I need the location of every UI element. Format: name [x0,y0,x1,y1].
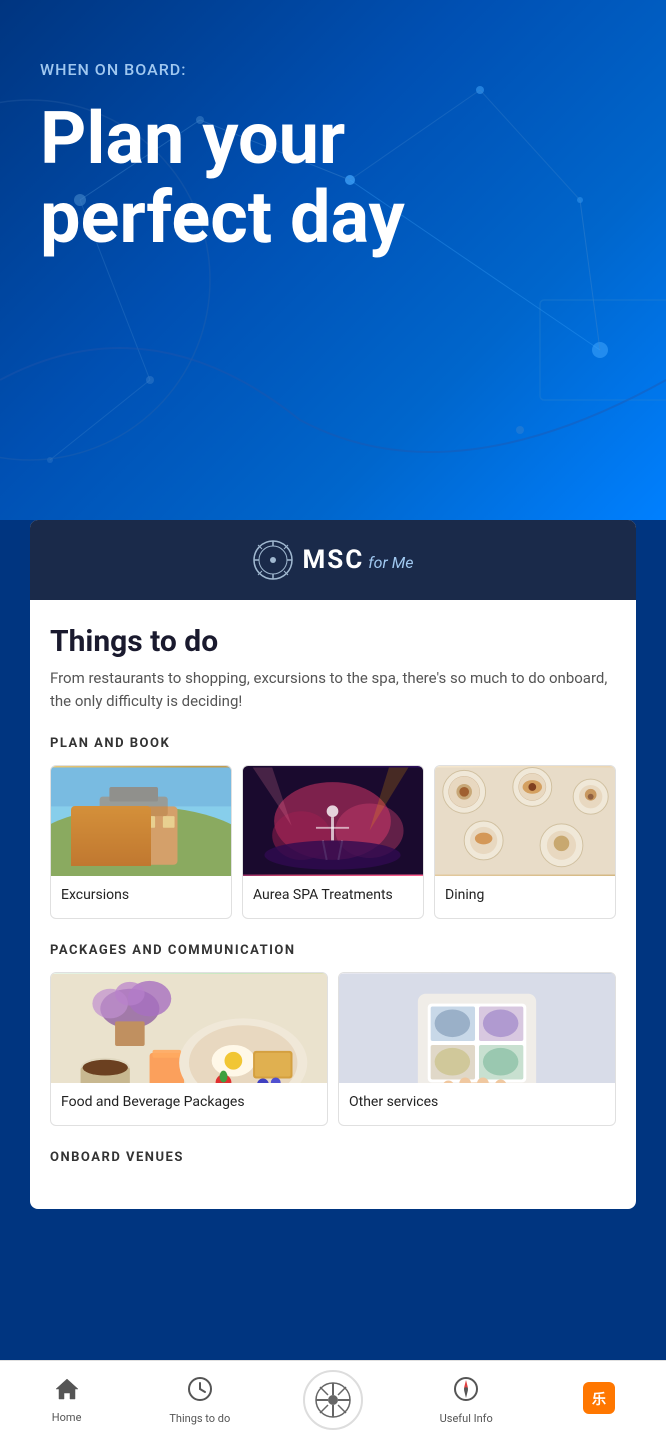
game-icon: 乐 [581,1380,617,1422]
packages-grid: Food and Beverage Packages [50,972,616,1126]
wheel-icon [303,1370,363,1430]
compass-nav-icon [453,1376,479,1408]
main-card: MSC for Me Things to do From restaurants… [30,520,636,1209]
msc-header: MSC for Me [30,520,636,600]
dining-image [435,766,615,876]
excursions-label: Excursions [51,876,231,918]
other-services-card[interactable]: Other services [338,972,616,1126]
msc-logo: MSC for Me [50,540,616,580]
nav-center[interactable] [266,1370,399,1432]
clock-icon [187,1376,213,1408]
food-bev-image [51,973,327,1083]
things-nav-label: Things to do [169,1412,230,1425]
things-to-do-desc: From restaurants to shopping, excursions… [50,667,616,712]
food-bev-card[interactable]: Food and Beverage Packages [50,972,328,1126]
other-services-image [339,973,615,1083]
svg-text:乐: 乐 [592,1391,606,1408]
hero-section: WHEN ON BOARD: Plan your perfect day [0,0,666,520]
bottom-nav: Home Things to do [0,1360,666,1440]
packages-label: PACKAGES AND COMMUNICATION [50,943,616,958]
nav-le-you[interactable]: 乐 [533,1380,666,1422]
plan-book-label: PLAN AND BOOK [50,736,616,751]
things-to-do-title: Things to do [50,624,616,659]
msc-brand: MSC for Me [303,545,414,575]
spa-card[interactable]: Aurea SPA Treatments [242,765,424,919]
dining-card[interactable]: Dining [434,765,616,919]
nav-things[interactable]: Things to do [133,1376,266,1425]
food-bev-label: Food and Beverage Packages [51,1083,327,1125]
home-icon [54,1377,80,1407]
onboard-venues-label: ONBOARD VENUES [50,1150,616,1185]
spa-image [243,766,423,876]
hero-title: Plan your perfect day [40,99,626,257]
hero-subtitle: WHEN ON BOARD: [40,60,626,79]
card-body: Things to do From restaurants to shoppin… [30,600,636,1209]
compass-icon [253,540,293,580]
nav-useful[interactable]: Useful Info [400,1376,533,1425]
home-nav-label: Home [52,1411,82,1424]
dining-label: Dining [435,876,615,918]
nav-home[interactable]: Home [0,1377,133,1424]
useful-nav-label: Useful Info [440,1412,493,1425]
excursions-card[interactable]: Excursions [50,765,232,919]
plan-book-grid: Excursions [50,765,616,919]
excursions-image [51,766,231,876]
other-services-label: Other services [339,1083,615,1125]
spa-label: Aurea SPA Treatments [243,876,423,918]
